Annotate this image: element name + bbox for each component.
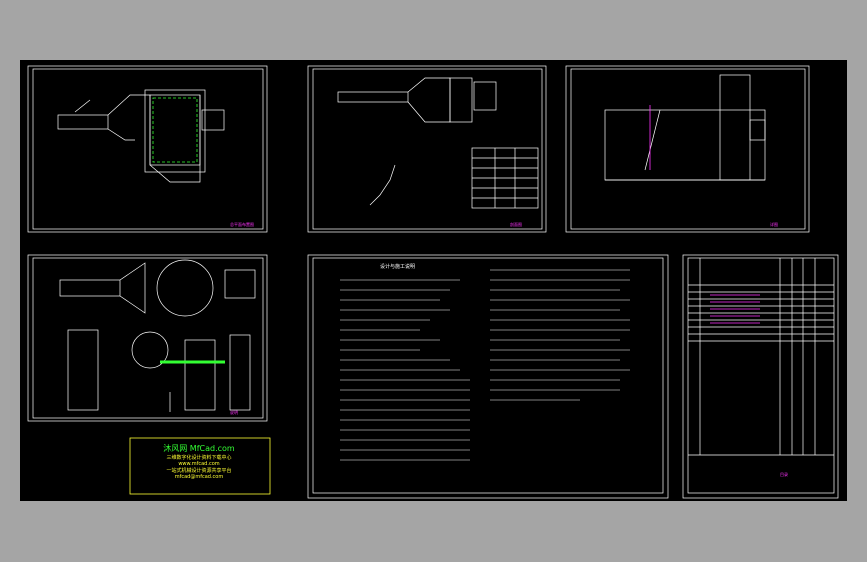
sheet-frame-2: [307, 65, 547, 233]
cad-drawing-canvas[interactable]: 沐风网 MfCad.com 三维数字化设计资料下载中心 www.mfcad.co…: [20, 60, 847, 501]
watermark-stamp: 沐风网 MfCad.com 三维数字化设计资料下载中心 www.mfcad.co…: [139, 443, 259, 480]
sheet-label-3: 详图: [770, 222, 778, 227]
stamp-brand: 沐风网 MfCad.com: [163, 444, 235, 453]
sheet-label-2: 剖面图: [510, 222, 522, 227]
sheet-frame-1: [27, 65, 268, 233]
stamp-line-1: 三维数字化设计资料下载中心: [166, 455, 232, 461]
sheet-frame-3: [565, 65, 810, 233]
sheet-label-1: 总平面布置图: [230, 222, 254, 227]
stamp-line-4: mfcad@mfcad.com: [174, 474, 224, 480]
sheet-frame-5: [307, 254, 669, 499]
sheet-label-6: 目录: [780, 472, 788, 477]
stamp-line-3: 一站式机械设计资源共享平台: [166, 468, 232, 474]
sheet-label-4: 说明: [230, 410, 238, 415]
notes-title: 设计与施工说明: [380, 264, 416, 270]
cad-drawing: [27, 65, 839, 499]
